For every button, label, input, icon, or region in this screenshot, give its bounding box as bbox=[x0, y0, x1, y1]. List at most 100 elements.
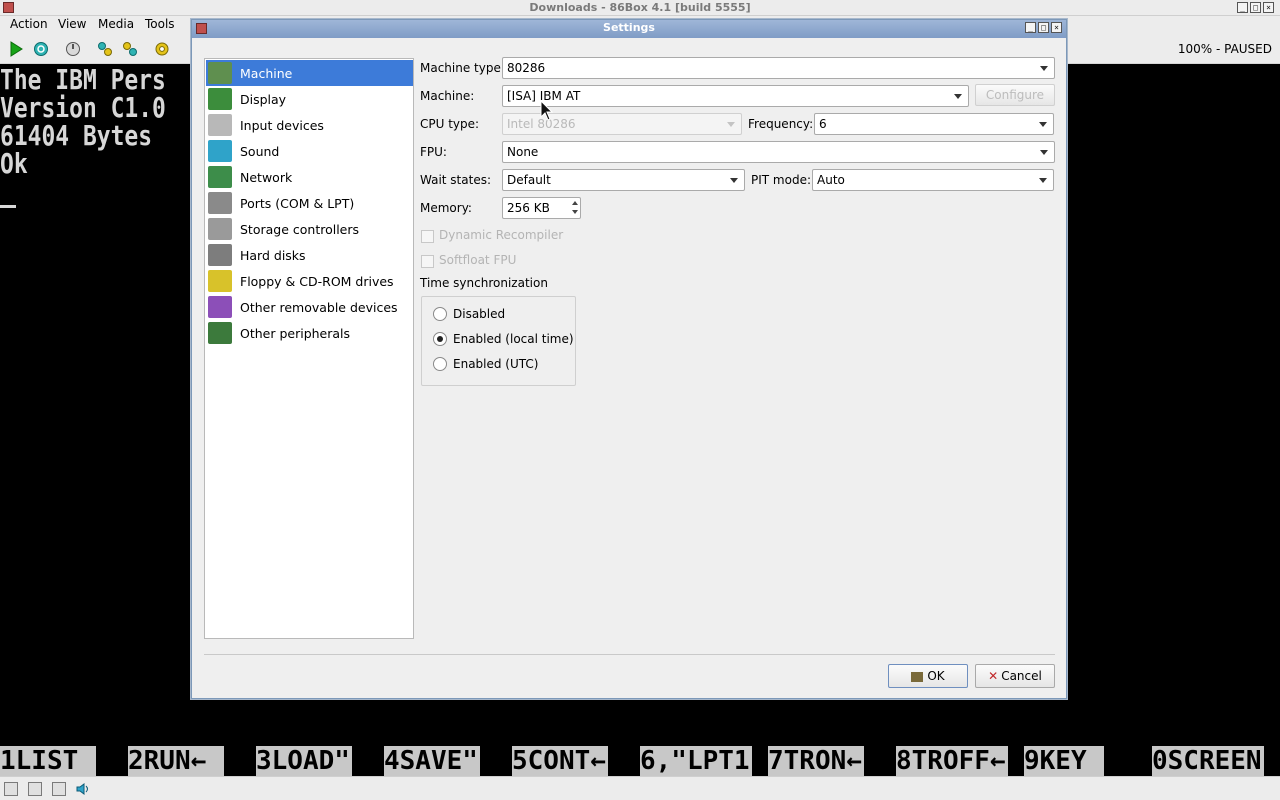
machine-select[interactable]: [ISA] IBM AT bbox=[502, 85, 969, 107]
nav-hard-disks[interactable]: Hard disks bbox=[206, 242, 413, 268]
screen-line: Version C1.0 bbox=[0, 91, 166, 124]
settings-category-list: Machine Display Input devices Sound Netw… bbox=[204, 58, 414, 639]
network-icon bbox=[208, 166, 232, 188]
spin-up-icon[interactable] bbox=[572, 201, 578, 205]
fkey-label: 4SAVE" bbox=[384, 746, 480, 776]
window-title-bar: Downloads - 86Box 4.1 [build 5555] _ □ × bbox=[0, 0, 1280, 16]
fkey-label: 5CONT← bbox=[512, 746, 608, 776]
status-bar bbox=[0, 776, 1280, 800]
configure-button[interactable]: Configure bbox=[975, 84, 1055, 106]
softfloat-fpu-label: Softfloat FPU bbox=[439, 253, 517, 267]
menu-action[interactable]: Action bbox=[10, 17, 48, 31]
chevron-down-icon bbox=[1039, 122, 1047, 127]
softfloat-fpu-checkbox[interactable] bbox=[421, 255, 434, 268]
screen-line: 61404 Bytes bbox=[0, 119, 153, 152]
machine-type-label: Machine type: bbox=[420, 61, 505, 75]
nav-other-peripherals[interactable]: Other peripherals bbox=[206, 320, 413, 346]
window-title: Downloads - 86Box 4.1 [build 5555] bbox=[529, 1, 751, 14]
fkey-label: 7TRON← bbox=[768, 746, 864, 776]
cdrom-drive-icon[interactable] bbox=[52, 782, 66, 796]
chevron-down-icon bbox=[727, 122, 735, 127]
menu-media[interactable]: Media bbox=[98, 17, 134, 31]
nav-machine[interactable]: Machine bbox=[206, 60, 413, 86]
ok-icon bbox=[911, 671, 924, 682]
floppy-drive-icon[interactable] bbox=[4, 782, 18, 796]
machine-label: Machine: bbox=[420, 89, 475, 103]
nav-storage-controllers[interactable]: Storage controllers bbox=[206, 216, 413, 242]
text-cursor bbox=[0, 205, 16, 208]
peripherals-icon bbox=[208, 322, 232, 344]
cpu-type-label: CPU type: bbox=[420, 117, 480, 131]
dynamic-recompiler-label: Dynamic Recompiler bbox=[439, 228, 564, 242]
wait-states-select[interactable]: Default bbox=[502, 169, 745, 191]
nav-other-removable[interactable]: Other removable devices bbox=[206, 294, 413, 320]
chevron-down-icon bbox=[1040, 150, 1048, 155]
fkey-label: 2RUN← bbox=[128, 746, 224, 776]
nav-input-devices[interactable]: Input devices bbox=[206, 112, 413, 138]
screen-line: The IBM Pers bbox=[0, 64, 166, 96]
ctrl-alt-esc-icon[interactable] bbox=[122, 41, 138, 57]
screen-line: Ok bbox=[0, 147, 28, 180]
fpu-select[interactable]: None bbox=[502, 141, 1055, 163]
floppy-cdrom-icon bbox=[208, 270, 232, 292]
frequency-select[interactable]: 6 bbox=[814, 113, 1054, 135]
storage-controllers-icon bbox=[208, 218, 232, 240]
minimize-button[interactable]: _ bbox=[1237, 2, 1248, 13]
dialog-separator bbox=[204, 654, 1055, 655]
dialog-title-bar[interactable]: Settings _ □ × bbox=[192, 20, 1066, 38]
display-card-icon bbox=[208, 88, 232, 110]
reset-icon[interactable] bbox=[33, 41, 49, 57]
nav-floppy-cdrom[interactable]: Floppy & CD-ROM drives bbox=[206, 268, 413, 294]
memory-spinbox[interactable]: 256 KB bbox=[502, 197, 581, 219]
nav-display[interactable]: Display bbox=[206, 86, 413, 112]
minimize-button[interactable]: _ bbox=[1025, 22, 1036, 33]
ports-icon bbox=[208, 192, 232, 214]
maximize-button[interactable]: □ bbox=[1250, 2, 1261, 13]
menu-tools[interactable]: Tools bbox=[145, 17, 175, 31]
mouse-cursor-icon bbox=[540, 100, 554, 121]
fkey-label: 1LIST bbox=[0, 746, 96, 776]
floppy-drive-icon[interactable] bbox=[28, 782, 42, 796]
maximize-button[interactable]: □ bbox=[1038, 22, 1049, 33]
pit-mode-select[interactable]: Auto bbox=[812, 169, 1054, 191]
motherboard-icon bbox=[208, 62, 232, 84]
ok-button[interactable]: OK bbox=[888, 664, 968, 688]
machine-type-select[interactable]: 80286 bbox=[502, 57, 1055, 79]
time-sync-local-radio[interactable] bbox=[433, 332, 447, 346]
wait-states-label: Wait states: bbox=[420, 173, 491, 187]
input-devices-icon bbox=[208, 114, 232, 136]
radio-selected-dot bbox=[437, 336, 443, 342]
nav-sound[interactable]: Sound bbox=[206, 138, 413, 164]
fkey-label: 3LOAD" bbox=[256, 746, 352, 776]
dynamic-recompiler-checkbox[interactable] bbox=[421, 230, 434, 243]
play-icon[interactable] bbox=[8, 41, 24, 57]
time-sync-disabled-radio[interactable] bbox=[433, 307, 447, 321]
chevron-down-icon bbox=[954, 94, 962, 99]
menu-view[interactable]: View bbox=[58, 17, 86, 31]
nav-ports[interactable]: Ports (COM & LPT) bbox=[206, 190, 413, 216]
close-button[interactable]: × bbox=[1263, 2, 1274, 13]
settings-dialog: Settings _ □ × Machine Display Input dev… bbox=[191, 19, 1067, 699]
time-sync-option-label: Enabled (UTC) bbox=[453, 357, 539, 371]
power-icon[interactable] bbox=[65, 41, 81, 57]
time-sync-utc-radio[interactable] bbox=[433, 357, 447, 371]
time-sync-option-label: Enabled (local time) bbox=[453, 332, 574, 346]
time-sync-option-label: Disabled bbox=[453, 307, 506, 321]
chevron-down-icon bbox=[1040, 66, 1048, 71]
pit-mode-label: PIT mode: bbox=[751, 173, 811, 187]
cancel-button[interactable]: ✕ Cancel bbox=[975, 664, 1055, 688]
ctrl-alt-del-icon[interactable] bbox=[97, 41, 113, 57]
close-button[interactable]: × bbox=[1051, 22, 1062, 33]
chevron-down-icon bbox=[730, 178, 738, 183]
nav-network[interactable]: Network bbox=[206, 164, 413, 190]
sound-icon bbox=[208, 140, 232, 162]
settings-icon[interactable] bbox=[154, 41, 170, 57]
chevron-down-icon bbox=[1039, 178, 1047, 183]
cpu-type-select[interactable]: Intel 80286 bbox=[502, 113, 742, 135]
memory-label: Memory: bbox=[420, 201, 472, 215]
removable-devices-icon bbox=[208, 296, 232, 318]
sound-icon[interactable] bbox=[76, 782, 90, 796]
spin-down-icon[interactable] bbox=[572, 210, 578, 214]
hard-disk-icon bbox=[208, 244, 232, 266]
frequency-label: Frequency: bbox=[748, 117, 814, 131]
